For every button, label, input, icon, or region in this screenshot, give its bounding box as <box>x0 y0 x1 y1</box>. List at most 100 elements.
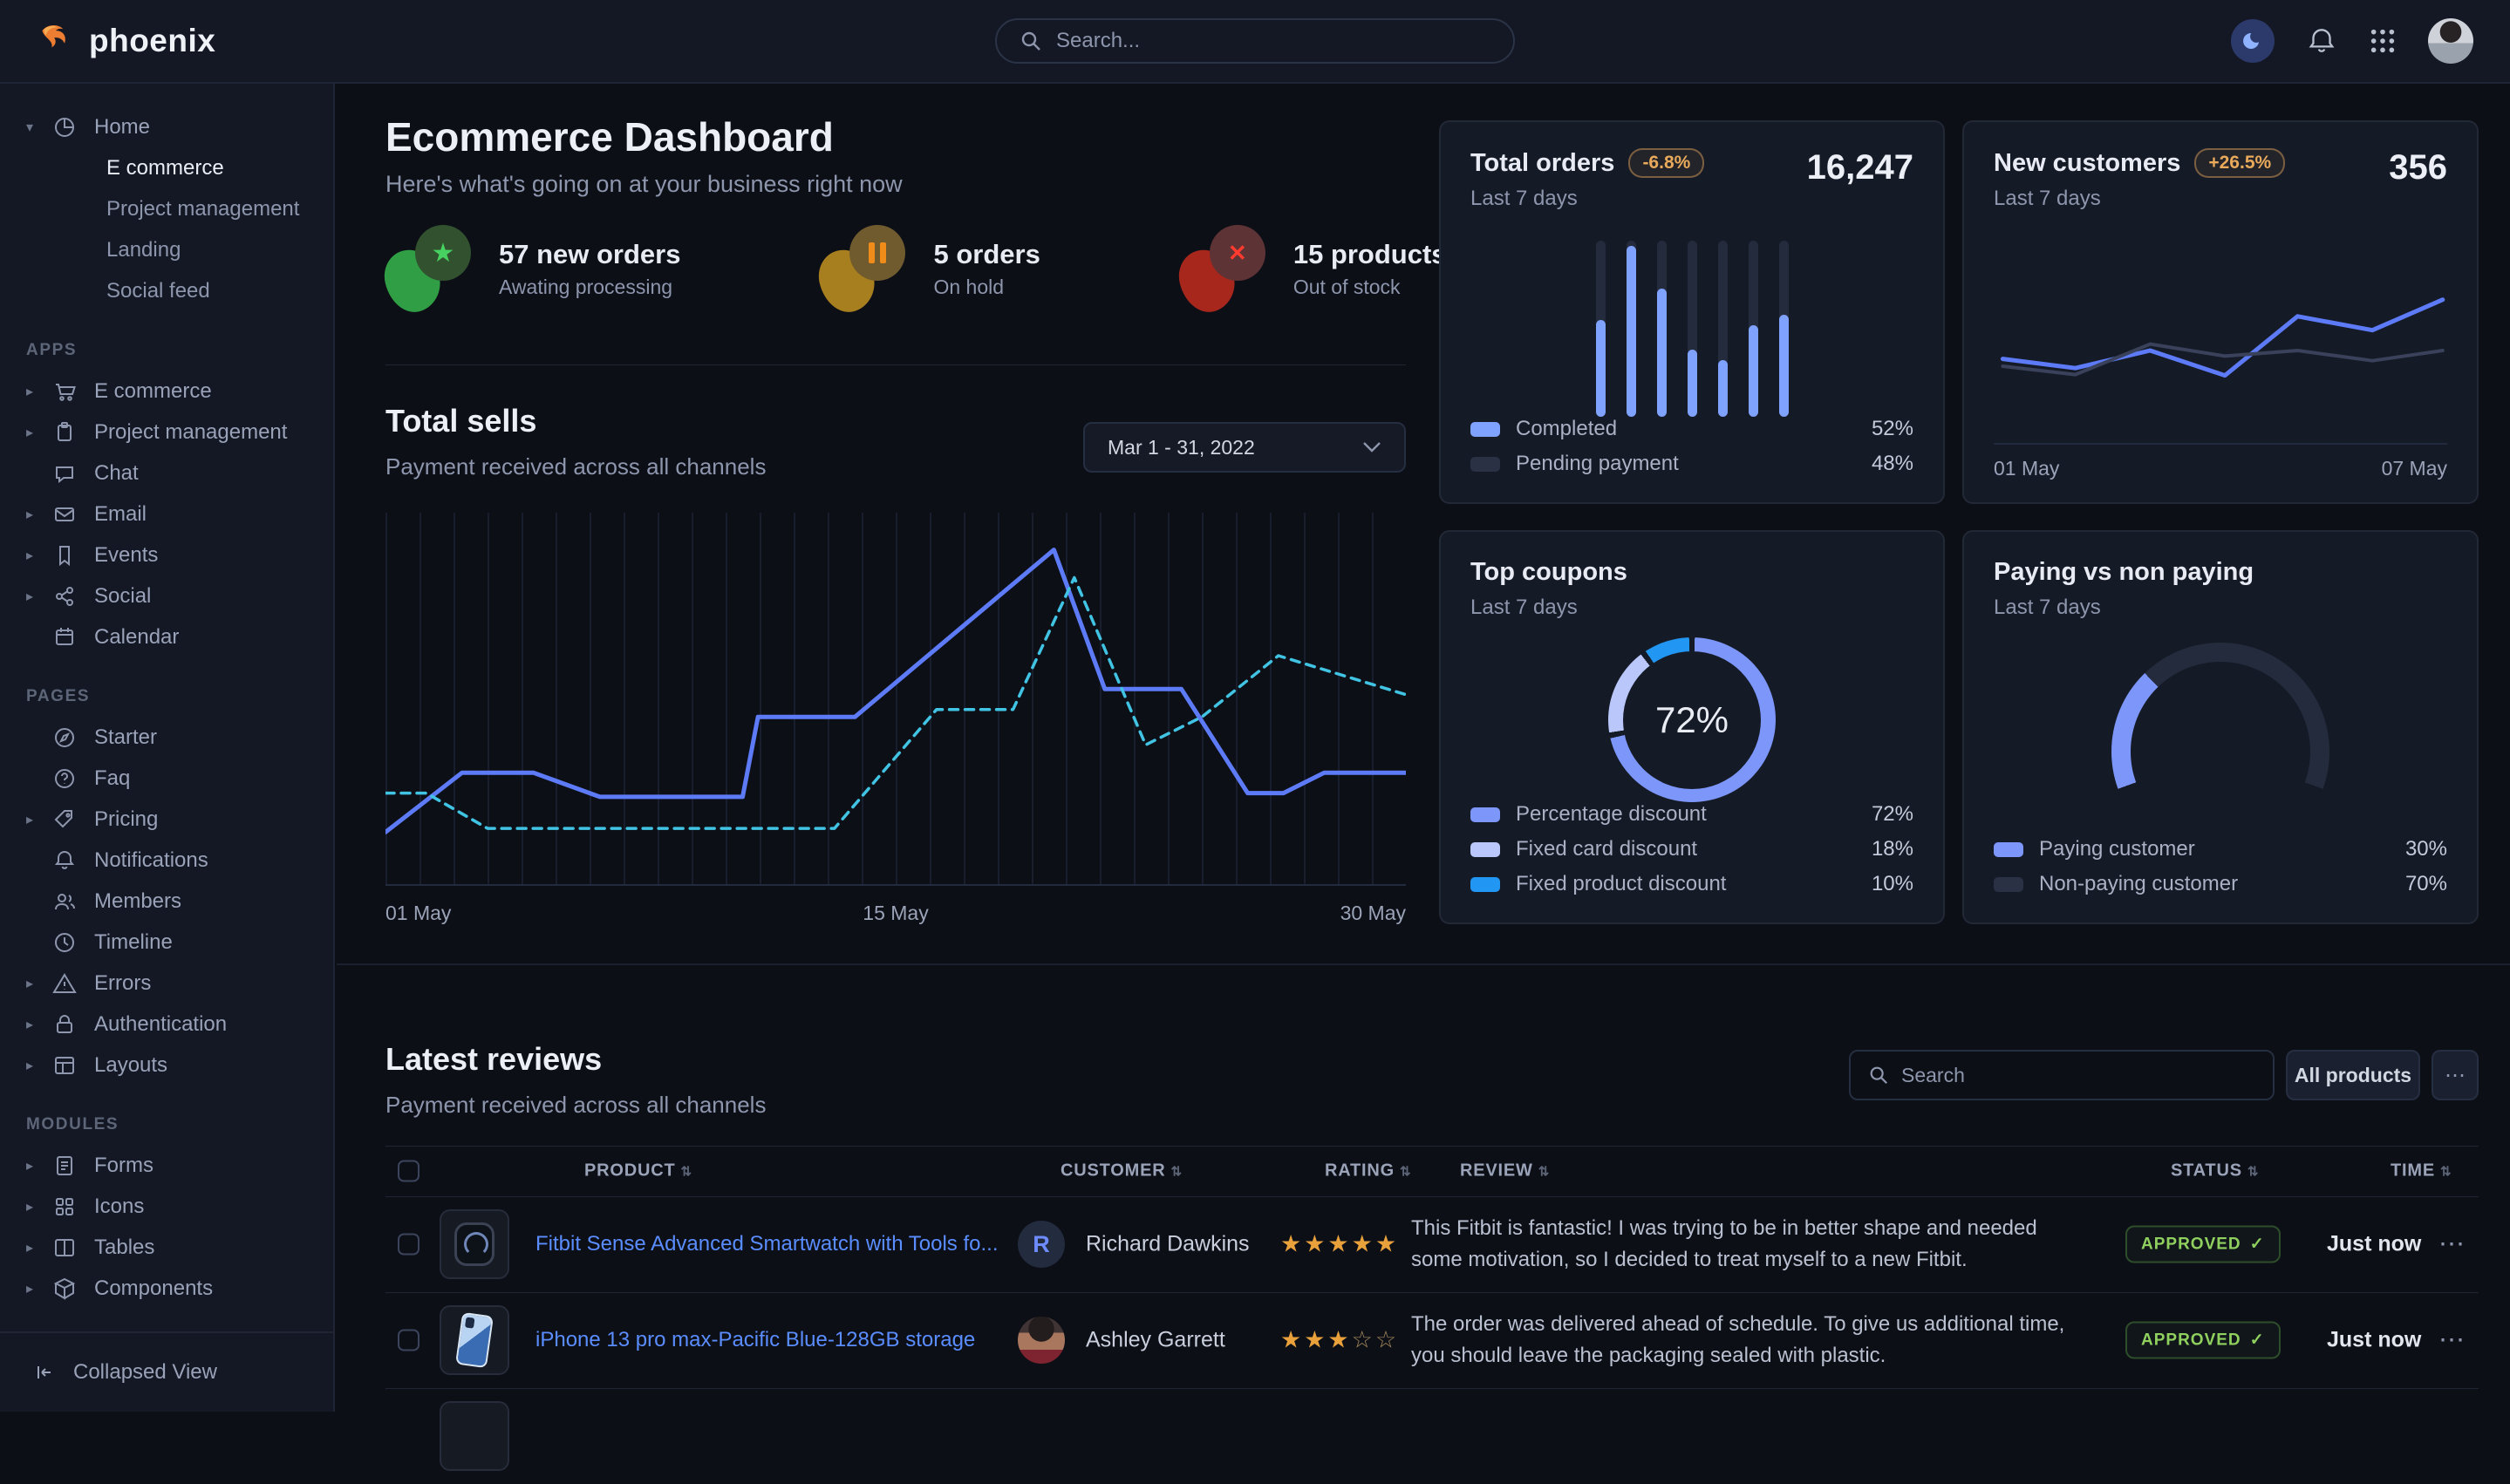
sidebar-item-faq[interactable]: Faq <box>0 758 333 799</box>
sidebar-item-chat[interactable]: Chat <box>0 453 333 494</box>
sidebar-item-events[interactable]: ▸ Events <box>0 534 333 575</box>
sidebar-item-pricing[interactable]: ▸ Pricing <box>0 799 333 840</box>
theme-toggle-button[interactable] <box>2231 19 2275 63</box>
collapse-sidebar-button[interactable]: Collapsed View <box>0 1331 333 1412</box>
caret-right-icon: ▸ <box>26 1016 51 1033</box>
apps-grid-button[interactable] <box>2369 27 2397 55</box>
paying-vs-nonpaying-card: Paying vs non paying Last 7 days Paying … <box>1962 530 2479 924</box>
bar <box>1596 241 1606 417</box>
sidebar-item-label: Home <box>94 115 150 140</box>
bar <box>1657 241 1667 417</box>
more-options-button[interactable]: ⋯ <box>2432 1050 2479 1100</box>
legend-value: 72% <box>1872 802 1913 827</box>
trend-badge: -6.8% <box>1628 148 1704 178</box>
product-thumbnail-smartwatch[interactable] <box>440 1209 509 1279</box>
sidebar-item-tables[interactable]: ▸ Tables <box>0 1227 333 1268</box>
col-header-review[interactable]: REVIEW⇅ <box>1460 1161 1550 1181</box>
sidebar-section-modules: MODULES <box>26 1115 333 1134</box>
sidebar-item-label: Social <box>94 584 151 609</box>
col-header-product[interactable]: PRODUCT⇅ <box>584 1161 692 1181</box>
notifications-button[interactable] <box>2306 25 2337 57</box>
clock-icon <box>51 929 78 956</box>
on-hold-icon <box>820 223 911 314</box>
row-menu-button[interactable]: ⋯ <box>2438 1325 2465 1356</box>
table-row <box>385 1388 2479 1484</box>
sidebar-item-components[interactable]: ▸ Components <box>0 1268 333 1309</box>
sidebar-item-starter[interactable]: Starter <box>0 717 333 758</box>
caret-right-icon: ▸ <box>26 547 51 564</box>
product-link[interactable]: iPhone 13 pro max-Pacific Blue-128GB sto… <box>535 1328 975 1352</box>
sidebar-item-icons[interactable]: ▸ Icons <box>0 1186 333 1227</box>
sidebar-item-calendar[interactable]: Calendar <box>0 616 333 657</box>
stat-out-of-stock: ✕ 15 products Out of stock <box>1180 223 1447 314</box>
date-range-select[interactable]: Mar 1 - 31, 2022 <box>1083 422 1406 473</box>
reviews-search[interactable] <box>1849 1050 2275 1100</box>
sidebar-item-project-management-dashboard[interactable]: Project management <box>0 188 333 229</box>
legend-swatch <box>1470 807 1500 822</box>
sidebar-item-social-feed[interactable]: Social feed <box>0 270 333 311</box>
sidebar-item-label: Icons <box>94 1195 144 1219</box>
user-avatar[interactable] <box>2428 18 2473 64</box>
page-title: Ecommerce Dashboard <box>385 113 834 160</box>
row-menu-button[interactable]: ⋯ <box>2438 1229 2465 1260</box>
sidebar-item-timeline[interactable]: Timeline <box>0 922 333 963</box>
sidebar-item-social[interactable]: ▸ Social <box>0 575 333 616</box>
search-input[interactable] <box>1056 29 1490 53</box>
sidebar-item-members[interactable]: Members <box>0 881 333 922</box>
sidebar-item-project-management-app[interactable]: ▸ Project management <box>0 412 333 453</box>
legend-swatch <box>1470 877 1500 892</box>
global-search[interactable] <box>995 18 1515 64</box>
sidebar-item-errors[interactable]: ▸ Errors <box>0 963 333 1004</box>
col-header-time[interactable]: TIME⇅ <box>2391 1161 2452 1181</box>
status-badge: APPROVED✓ <box>2125 1322 2281 1359</box>
legend-swatch <box>1470 842 1500 857</box>
caret-right-icon: ▸ <box>26 1280 51 1297</box>
product-link[interactable]: Fitbit Sense Advanced Smartwatch with To… <box>535 1232 998 1256</box>
sidebar-section-apps: APPS <box>26 341 333 360</box>
caret-right-icon: ▸ <box>26 424 51 441</box>
stat-label: Awating processing <box>499 276 680 299</box>
bar <box>1688 241 1697 417</box>
orders-bar-chart <box>1470 241 1913 417</box>
caret-right-icon: ▸ <box>26 506 51 523</box>
brand-logo[interactable]: phoenix <box>37 22 215 60</box>
sidebar-item-forms[interactable]: ▸ Forms <box>0 1145 333 1186</box>
product-thumbnail[interactable] <box>440 1401 509 1471</box>
stat-label: Out of stock <box>1293 276 1447 299</box>
total-orders-value: 16,247 <box>1807 148 1913 187</box>
grid-icon <box>51 1194 78 1220</box>
customer-name: Ashley Garrett <box>1086 1328 1225 1353</box>
sidebar-item-layouts[interactable]: ▸ Layouts <box>0 1045 333 1086</box>
row-checkbox[interactable] <box>398 1330 419 1351</box>
sidebar-item-ecommerce-dashboard[interactable]: E commerce <box>0 147 333 188</box>
sidebar-item-label: Events <box>94 543 158 568</box>
latest-reviews-title: Latest reviews <box>385 1041 602 1078</box>
axis-tick: 01 May <box>385 902 451 925</box>
col-header-status[interactable]: STATUS⇅ <box>2171 1161 2259 1181</box>
page-subtitle: Here's what's going on at your business … <box>385 171 903 198</box>
review-time: Just now <box>2327 1328 2421 1353</box>
collapse-label: Collapsed View <box>73 1360 217 1385</box>
cube-icon <box>51 1276 78 1302</box>
sidebar-item-label: Chat <box>94 461 139 486</box>
sidebar-item-label: Errors <box>94 971 151 996</box>
all-products-button[interactable]: All products <box>2286 1050 2420 1100</box>
sidebar-item-notifications[interactable]: Notifications <box>0 840 333 881</box>
lock-icon <box>51 1011 78 1038</box>
select-all-checkbox[interactable] <box>398 1161 419 1182</box>
sidebar-item-email[interactable]: ▸ Email <box>0 494 333 534</box>
col-header-customer[interactable]: CUSTOMER⇅ <box>1061 1161 1183 1181</box>
reviews-search-input[interactable] <box>1901 1064 2255 1087</box>
sidebar-item-ecommerce-app[interactable]: ▸ E commerce <box>0 371 333 412</box>
stat-new-orders: ★ 57 new orders Awating processing <box>385 223 680 314</box>
legend-value: 48% <box>1872 452 1913 476</box>
sidebar-item-label: Pricing <box>94 807 158 832</box>
col-header-rating[interactable]: RATING⇅ <box>1325 1161 1411 1181</box>
sidebar-item-authentication[interactable]: ▸ Authentication <box>0 1004 333 1045</box>
legend-value: 18% <box>1872 837 1913 861</box>
row-checkbox[interactable] <box>398 1234 419 1256</box>
sidebar-item-landing[interactable]: Landing <box>0 229 333 270</box>
new-orders-icon: ★ <box>385 223 476 314</box>
sidebar-item-home[interactable]: ▾ Home <box>0 106 333 147</box>
product-thumbnail-iphone[interactable] <box>440 1305 509 1375</box>
